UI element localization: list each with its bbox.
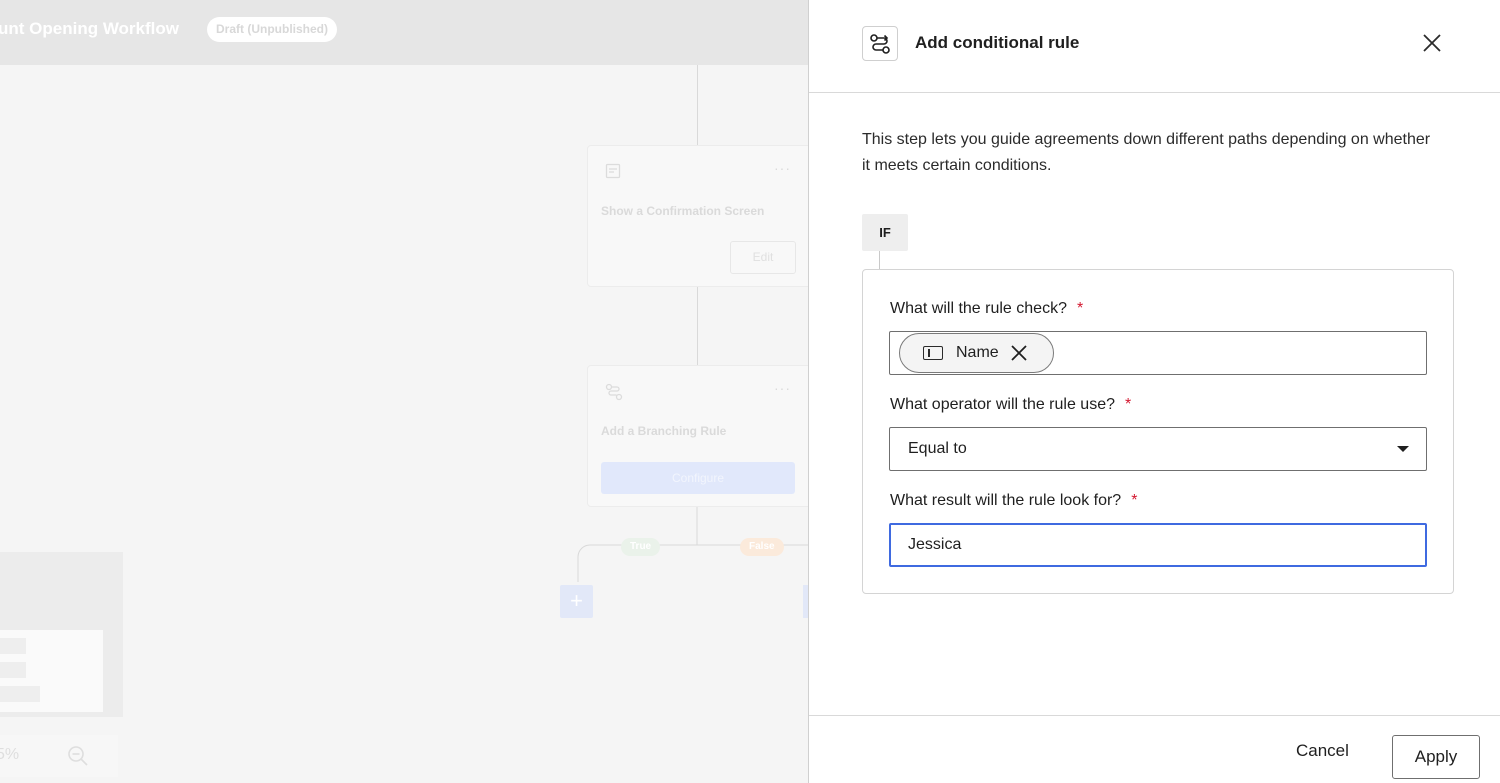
minimap-block [0,638,26,654]
conditional-rule-drawer: Add conditional rule This step lets you … [808,0,1500,783]
branch-icon [862,26,898,61]
status-badge: Draft (Unpublished) [207,17,337,42]
connector-line [697,287,698,365]
close-icon[interactable] [1421,32,1443,54]
result-field-label: What result will the rule look for? * [890,492,1137,510]
result-input[interactable] [889,523,1427,567]
chip-label: Name [956,344,999,361]
node-title: Add a Branching Rule [601,424,727,438]
minimap-block [0,686,40,702]
apply-button[interactable]: Apply [1392,735,1480,779]
operator-select[interactable]: Equal to [889,427,1427,471]
operator-selected-value: Equal to [908,440,967,457]
zoom-out-icon[interactable] [66,744,90,773]
field-chip[interactable]: Name [899,333,1054,373]
note-icon [605,163,621,184]
required-marker: * [1131,492,1138,509]
minimap-block [0,662,26,678]
drawer-header: Add conditional rule [809,0,1500,93]
if-connector [879,251,880,270]
result-label-text: What result will the rule look for? [890,492,1122,509]
more-icon[interactable]: ··· [774,380,791,396]
operator-field-label: What operator will the rule use? * [890,396,1131,414]
connector-line [697,65,698,145]
minimap[interactable] [0,552,123,717]
minimap-viewport [0,630,103,712]
required-marker: * [1076,300,1084,317]
operator-label-text: What operator will the rule use? [890,396,1115,413]
check-field-label: What will the rule check? * [890,300,1083,318]
canvas-topbar: unt Opening Workflow Draft (Unpublished) [0,0,808,65]
zoom-controls: 5% [0,735,118,777]
branch-icon [605,383,623,406]
workflow-canvas: unt Opening Workflow Draft (Unpublished)… [0,0,808,783]
configure-button[interactable]: Configure [601,462,795,494]
drawer-title: Add conditional rule [915,33,1080,52]
drawer-footer: Cancel Apply [809,715,1500,783]
edit-button[interactable]: Edit [730,241,796,274]
more-icon[interactable]: ··· [774,160,791,176]
text-field-icon [923,346,943,360]
if-tag: IF [862,214,908,251]
rule-check-field[interactable]: Name [889,331,1427,375]
check-label-text: What will the rule check? [890,300,1067,317]
drawer-description: This step lets you guide agreements down… [862,131,1431,174]
true-branch-label: True [621,538,661,556]
node-title: Show a Confirmation Screen [601,204,765,218]
node-branching-rule[interactable]: ··· Add a Branching Rule Configure [587,365,808,507]
caret-down-icon [1397,446,1409,452]
add-step-button[interactable]: + [560,585,593,618]
node-confirmation-screen[interactable]: ··· Show a Confirmation Screen Edit [587,145,808,287]
cancel-button[interactable]: Cancel [1296,741,1349,761]
required-marker: * [1125,396,1132,413]
false-branch-label: False [740,538,784,556]
remove-chip-icon[interactable] [1008,342,1030,364]
workflow-title: unt Opening Workflow [0,19,179,38]
zoom-level: 5% [0,746,20,763]
rule-card: What will the rule check? * Name What ope… [862,269,1454,594]
